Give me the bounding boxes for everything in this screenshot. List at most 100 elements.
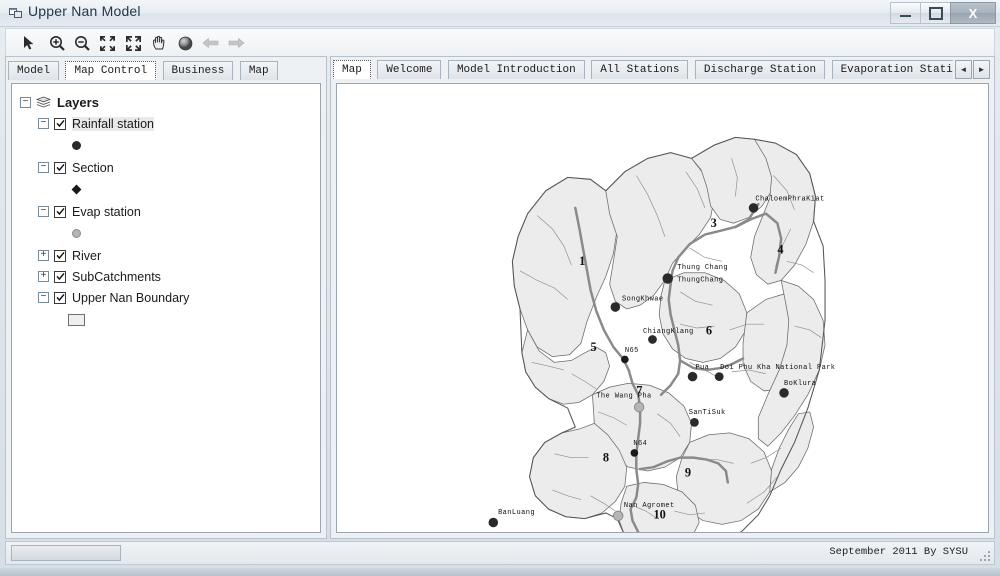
tree-label-upper-nan-boundary: Upper Nan Boundary	[72, 290, 190, 305]
tree-node-section[interactable]: − Section	[20, 157, 320, 178]
tab-all-stations[interactable]: All Stations	[591, 60, 689, 79]
tab-evaporation-station[interactable]: Evaporation Station	[831, 60, 953, 79]
section-marker[interactable]	[630, 449, 639, 457]
rainfall-station-marker[interactable]	[648, 335, 657, 344]
evap-station-marker[interactable]	[612, 510, 624, 521]
window-title: Upper Nan Model	[28, 3, 141, 19]
expander-upper-nan-boundary[interactable]: −	[38, 292, 49, 303]
expander-section[interactable]: −	[38, 162, 49, 173]
tree-label-layers: Layers	[57, 95, 99, 110]
label-n65: N65	[625, 347, 639, 355]
tree-node-subcatchments[interactable]: + SubCatchments	[20, 266, 320, 287]
tab-business[interactable]: Business	[162, 61, 234, 80]
tree-label-evap-station: Evap station	[72, 204, 141, 219]
zoom-in-icon[interactable]	[46, 32, 68, 54]
label-songkhwae: SongKhwae	[622, 295, 664, 303]
watershed-map-svg[interactable]: 1 3 4 5 6 7 8 9 10 ChaloemPhraKiat Thung…	[337, 84, 988, 532]
expander-evap-station[interactable]: −	[38, 206, 49, 217]
layers-tree-container: − Layers − Rainfall station − Section − …	[11, 83, 321, 533]
section-symbol-icon	[71, 184, 82, 195]
rainfall-station-marker[interactable]	[687, 371, 698, 382]
forward-arrow-icon[interactable]	[225, 32, 247, 54]
checkbox-upper-nan-boundary[interactable]	[54, 291, 66, 304]
window-bottom-edge	[0, 568, 1000, 576]
window-controls: X	[890, 2, 996, 24]
expander-river[interactable]: +	[38, 250, 49, 261]
tree-node-rainfall-station[interactable]: − Rainfall station	[20, 113, 320, 134]
rainfall-station-marker[interactable]	[488, 517, 499, 528]
catchment-number-5: 5	[591, 340, 597, 354]
tab-scroll-right-button[interactable]: ►	[973, 60, 990, 79]
expander-rainfall-station[interactable]: −	[38, 118, 49, 129]
tab-discharge-station[interactable]: Discharge Station	[694, 60, 826, 79]
label-pua: Pua	[695, 364, 709, 372]
rainfall-station-marker[interactable]	[748, 203, 759, 213]
pan-hand-icon[interactable]	[148, 32, 170, 54]
tab-scroll-left-button[interactable]: ◄	[955, 60, 972, 79]
expander-subcatchments[interactable]: +	[38, 271, 49, 282]
label-the-wang-pha: The Wang Pha	[596, 393, 651, 401]
label-doi-phu-kha-national-park: Doi Phu Kha National Park	[720, 364, 835, 372]
pointer-icon[interactable]	[18, 32, 40, 54]
status-panel[interactable]	[11, 545, 121, 561]
layers-stack-icon	[36, 96, 51, 109]
close-button[interactable]: X	[950, 2, 996, 24]
legend-section	[20, 178, 320, 201]
rainfall-station-marker[interactable]	[690, 417, 699, 427]
zoom-out-icon[interactable]	[71, 32, 93, 54]
tab-map-control[interactable]: Map Control	[65, 61, 157, 80]
left-panel: Model Map Control Business Map − Layers	[5, 56, 327, 539]
tree-node-evap-station[interactable]: − Evap station	[20, 201, 320, 222]
rainfall-station-marker[interactable]	[662, 273, 673, 284]
tree-node-river[interactable]: + River	[20, 245, 320, 266]
tree-node-layers-root[interactable]: − Layers	[20, 92, 320, 113]
right-panel-tabstrip: Map Welcome Model Introduction All Stati…	[333, 60, 953, 82]
checkbox-section[interactable]	[54, 161, 66, 174]
rainfall-station-marker[interactable]	[610, 302, 621, 312]
title-bar: Upper Nan Model X	[0, 0, 1000, 27]
tab-scroll-controls: ◄ ►	[954, 60, 990, 79]
full-extent-icon[interactable]	[122, 32, 144, 54]
checkbox-subcatchments[interactable]	[54, 270, 66, 283]
maximize-button[interactable]	[920, 2, 951, 24]
back-arrow-icon[interactable]	[200, 32, 222, 54]
legend-upper-nan-boundary	[20, 308, 320, 331]
catchment-number-3: 3	[711, 216, 717, 230]
zoom-to-selection-icon[interactable]	[96, 32, 118, 54]
tab-map-left[interactable]: Map	[239, 61, 278, 80]
checkbox-rainfall-station[interactable]	[54, 117, 66, 130]
tab-model-introduction[interactable]: Model Introduction	[447, 60, 585, 79]
status-credit-text: September 2011 By SYSU	[829, 546, 968, 558]
tab-map[interactable]: Map	[333, 60, 371, 79]
tab-welcome[interactable]: Welcome	[377, 60, 442, 79]
maximize-icon	[928, 6, 943, 20]
watershed-map[interactable]: 1 3 4 5 6 7 8 9 10 ChaloemPhraKiat Thung…	[337, 84, 988, 532]
label-santisuk: SanTiSuk	[689, 409, 726, 417]
label-nan-agromet: Nan Agromet	[624, 502, 675, 510]
application-window: Upper Nan Model X Model Map Control Busi…	[0, 0, 1000, 576]
minimize-button[interactable]	[890, 2, 921, 24]
boundary-symbol-icon	[68, 313, 85, 326]
resize-grip-icon[interactable]	[978, 549, 990, 561]
globe-icon[interactable]	[174, 32, 196, 54]
checkbox-evap-station[interactable]	[54, 205, 66, 218]
tab-model[interactable]: Model	[8, 61, 60, 80]
app-window-icon	[9, 6, 22, 19]
tree-label-rainfall-station: Rainfall station	[72, 116, 154, 131]
legend-rainfall-station	[20, 134, 320, 157]
minimize-icon	[900, 15, 911, 17]
label-thung-chang: Thung Chang	[677, 264, 728, 272]
rainfall-station-marker[interactable]	[714, 372, 724, 382]
status-bar: September 2011 By SYSU	[5, 541, 995, 565]
section-marker[interactable]	[621, 355, 629, 364]
evap-station-marker[interactable]	[633, 401, 645, 413]
label-thungchang: ThungChang	[677, 276, 723, 284]
expander-root[interactable]: −	[20, 97, 31, 108]
map-canvas-container[interactable]: 1 3 4 5 6 7 8 9 10 ChaloemPhraKiat Thung…	[336, 83, 989, 533]
checkbox-river[interactable]	[54, 249, 66, 262]
tree-node-upper-nan-boundary[interactable]: − Upper Nan Boundary	[20, 287, 320, 308]
rainfall-station-marker[interactable]	[779, 388, 789, 398]
catchment-number-8: 8	[603, 450, 609, 464]
catchment-number-4: 4	[777, 243, 783, 257]
right-panel: Map Welcome Model Introduction All Stati…	[330, 56, 995, 539]
